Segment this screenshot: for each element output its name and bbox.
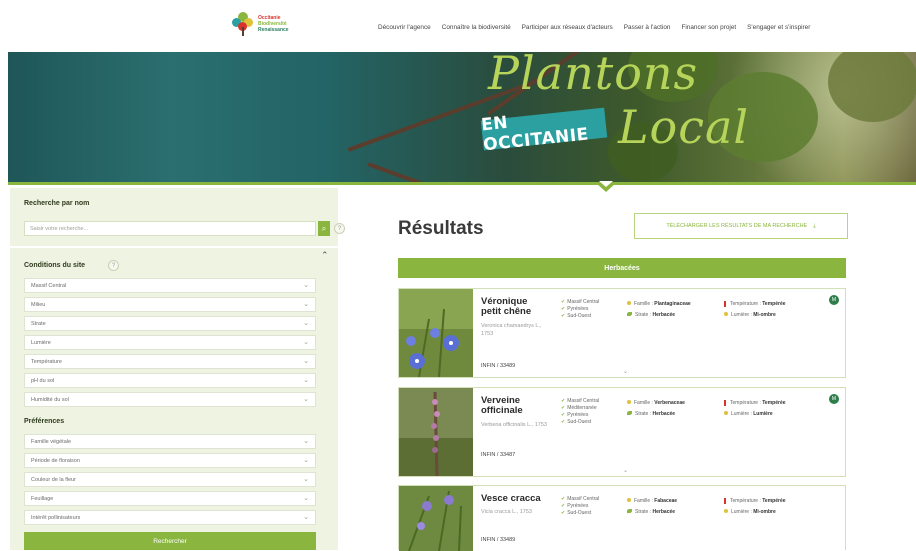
- chevron-down-icon: ⌄: [303, 396, 309, 403]
- nav-item-connaitre[interactable]: Connaître la biodiversité: [442, 24, 511, 31]
- search-title: Recherche par nom: [24, 200, 90, 207]
- banner-script-plantons: Plantons: [488, 52, 699, 100]
- plant-card[interactable]: Verveine officinale Verbena officinalis …: [398, 387, 846, 477]
- site-logo[interactable]: Occitanie Biodiversité Renaissance: [232, 12, 289, 36]
- nav-item-participer[interactable]: Participer aux réseaux d'acteurs: [522, 24, 613, 31]
- site-title: Conditions du site: [24, 262, 86, 269]
- plant-name[interactable]: Véronique petit chêne: [481, 297, 543, 317]
- select-temperature[interactable]: Température ⌄: [24, 354, 316, 369]
- collapse-icon[interactable]: ⌃: [321, 250, 329, 261]
- hero-banner: Plantons Local EN OCCITANIE: [8, 52, 916, 182]
- chevron-down-icon: ⌄: [303, 320, 309, 327]
- pollinator-badge-icon: M: [829, 394, 839, 404]
- chevron-down-icon: ⌄: [303, 358, 309, 365]
- chevron-down-icon: ⌄: [303, 438, 309, 445]
- sun-icon: [724, 312, 728, 316]
- plant-meta-2: Température : Tempérée Lumière : Mi-ombr…: [724, 299, 786, 321]
- chevron-down-icon: ⌄: [303, 495, 309, 502]
- group-header: Herbacées: [398, 258, 846, 278]
- sun-icon: [724, 509, 728, 513]
- main-nav: Découvrir l'agence Connaître la biodiver…: [378, 24, 810, 31]
- download-results-button[interactable]: TÉLÉCHARGER LES RÉSULTATS DE MA RECHERCH…: [634, 213, 848, 239]
- plant-card[interactable]: Véronique petit chêne Veronica chamaedry…: [398, 288, 846, 378]
- plant-meta: Famille : Fabaceae Strate : Herbacée: [627, 496, 677, 518]
- sun-icon: [724, 411, 728, 415]
- chevron-down-icon: ⌄: [303, 339, 309, 346]
- famille-icon: [627, 301, 631, 305]
- plant-meta: Famille : Plantaginaceae Strate : Herbac…: [627, 299, 691, 321]
- filter-sidebar: Recherche par nom Saisir votre recherche…: [10, 188, 345, 550]
- chevron-down-icon: ⌄: [303, 476, 309, 483]
- download-icon: ⤓: [813, 222, 816, 229]
- select-feuillage[interactable]: Feuillage ⌄: [24, 491, 316, 506]
- select-couleur[interactable]: Couleur de la fleur ⌄: [24, 472, 316, 487]
- select-ph[interactable]: pH du sol ⌄: [24, 373, 316, 388]
- expand-icon[interactable]: ⌄: [623, 368, 628, 375]
- plant-name[interactable]: Vesce cracca: [481, 494, 561, 504]
- chevron-down-icon: ⌄: [303, 514, 309, 521]
- plant-latin-name: Verbena officinalis L., 1753: [481, 422, 547, 428]
- plant-conditions: ✔ Massif Central ✔ Méditerranée ✔ Pyrénées …: [561, 398, 600, 425]
- nav-item-financer[interactable]: Financer son projet: [681, 24, 736, 31]
- plant-meta-2: Température : Tempérée Lumière : Mi-ombr…: [724, 496, 786, 518]
- banner-notch-icon: [596, 181, 616, 192]
- thermometer-icon: [724, 497, 726, 504]
- plant-conditions: ✔ Massif Central ✔ Pyrénées ✔ Sud-Ouest: [561, 496, 600, 516]
- select-pollinisateurs[interactable]: Intérêt pollinisateurs ⌄: [24, 510, 316, 525]
- plant-photo: [399, 486, 473, 551]
- plant-latin-name: Vicia cracca L., 1753: [481, 509, 532, 515]
- plant-meta-2: Température : Tempérée Lumière : Lumière: [724, 398, 786, 420]
- select-lumiere[interactable]: Lumière ⌄: [24, 335, 316, 350]
- select-humidite[interactable]: Humidité du sol ⌄: [24, 392, 316, 407]
- nav-item-engager[interactable]: S'engager et s'inspirer: [747, 24, 810, 31]
- plant-latin-name: Veronica chamaedrys L., 1753: [481, 323, 542, 337]
- plant-card[interactable]: Vesce cracca Vicia cracca L., 1753 INFIN…: [398, 485, 846, 551]
- strate-icon: [627, 411, 632, 415]
- search-button[interactable]: ⌕: [318, 221, 330, 236]
- chevron-down-icon: ⌄: [303, 457, 309, 464]
- select-massif[interactable]: Massif Central ⌄: [24, 278, 316, 293]
- plant-code: INFIN / 33489: [481, 363, 516, 369]
- expand-icon[interactable]: ⌄: [623, 467, 628, 474]
- banner-badge: EN OCCITANIE: [480, 107, 608, 155]
- banner-divider: [8, 182, 916, 185]
- chevron-down-icon: ⌄: [303, 301, 309, 308]
- select-milieu[interactable]: Milieu ⌄: [24, 297, 316, 312]
- logo-text: Occitanie Biodiversité Renaissance: [258, 15, 289, 33]
- tree-logo-icon: [232, 12, 254, 36]
- results-title: Résultats: [398, 218, 484, 239]
- select-famille[interactable]: Famille végétale ⌄: [24, 434, 316, 449]
- thermometer-icon: [724, 300, 726, 307]
- plant-photo: [399, 289, 473, 377]
- help-icon[interactable]: ?: [334, 223, 345, 234]
- famille-icon: [627, 498, 631, 502]
- thermometer-icon: [724, 399, 726, 406]
- select-strate[interactable]: Strate ⌄: [24, 316, 316, 331]
- nav-item-action[interactable]: Passer à l'action: [624, 24, 671, 31]
- banner-script-local: Local: [618, 100, 750, 154]
- select-floraison[interactable]: Période de floraison ⌄: [24, 453, 316, 468]
- pref-title: Préférences: [24, 418, 65, 425]
- search-icon: ⌕: [321, 223, 327, 233]
- plant-photo: [399, 388, 473, 476]
- chevron-down-icon: ⌄: [303, 282, 309, 289]
- help-icon[interactable]: ?: [108, 260, 119, 271]
- plant-conditions: ✔ Massif Central ✔ Pyrénées ✔ Sud-Ouest: [561, 299, 600, 319]
- submit-button[interactable]: Rechercher: [24, 532, 316, 550]
- strate-icon: [627, 509, 632, 513]
- famille-icon: [627, 400, 631, 404]
- plant-meta: Famille : Verbenaceae Strate : Herbacée: [627, 398, 685, 420]
- pollinator-badge-icon: M: [829, 295, 839, 305]
- chevron-down-icon: ⌄: [303, 377, 309, 384]
- nav-item-agence[interactable]: Découvrir l'agence: [378, 24, 431, 31]
- top-bar: Occitanie Biodiversité Renaissance Décou…: [0, 0, 916, 52]
- strate-icon: [627, 312, 632, 316]
- plant-code: INFIN / 33489: [481, 537, 516, 543]
- sidebar-divider: [10, 246, 338, 248]
- search-input[interactable]: Saisir votre recherche...: [24, 221, 316, 236]
- plant-name[interactable]: Verveine officinale: [481, 396, 543, 416]
- plant-code: INFIN / 33487: [481, 452, 516, 458]
